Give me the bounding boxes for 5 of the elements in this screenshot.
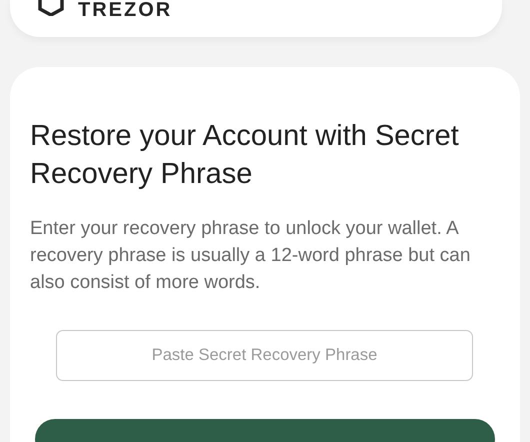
description-text: Enter your recovery phrase to unlock your wallet. A recovery phrase is usually a 12-word phrase but can also consist of more words. [30, 217, 472, 295]
logo-text: TREZOR [78, 0, 172, 20]
page-title: Restore your Account with Secret Recovery Phrase [30, 119, 460, 192]
shield-icon [38, 0, 64, 16]
phrase-input-field[interactable]: Paste Secret Recovery Phrase [56, 330, 473, 381]
